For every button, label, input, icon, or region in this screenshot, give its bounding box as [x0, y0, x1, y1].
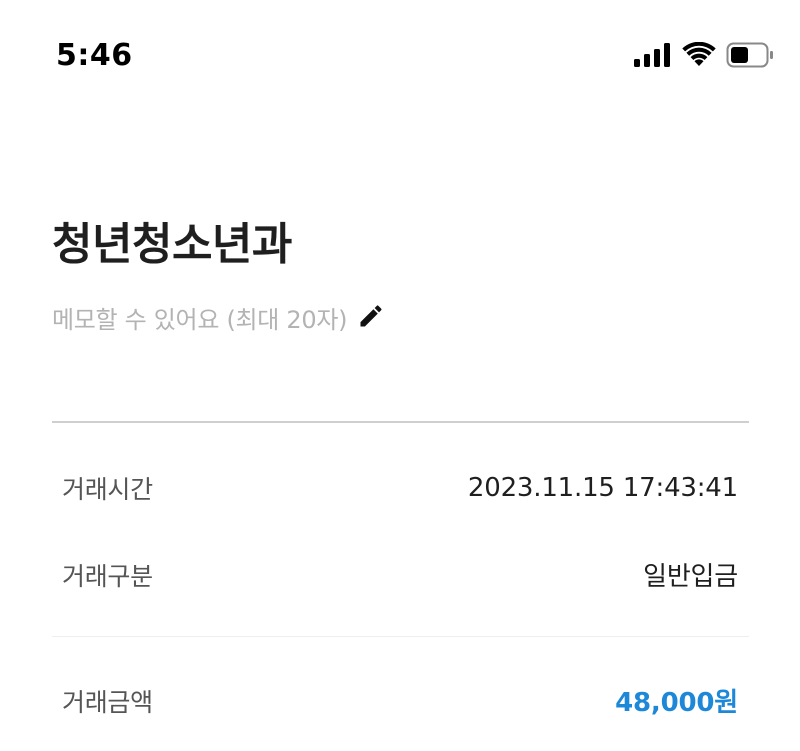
detail-value: 2023.11.15 17:43:41: [467, 473, 738, 503]
cellular-signal-icon: [634, 43, 672, 67]
pencil-icon[interactable]: [357, 302, 385, 334]
detail-row-type: 거래구분 일반입금: [52, 556, 738, 593]
page-title: 청년청소년과: [52, 219, 292, 270]
memo-placeholder[interactable]: 메모할 수 있어요 (최대 20자): [52, 300, 347, 335]
status-icons: [634, 42, 774, 68]
detail-label: 거래시간: [62, 475, 153, 504]
detail-row-amount: 거래금액 48,000원: [52, 682, 738, 719]
transaction-detail-screen: 5:46 청년청소년과 메모할 수 있어요 (최대 20자) 거래시간 2023…: [0, 0, 800, 751]
status-bar: 5:46: [0, 0, 800, 110]
memo-row[interactable]: 메모할 수 있어요 (최대 20자): [52, 300, 385, 335]
row-divider: [52, 636, 749, 637]
detail-label: 거래구분: [62, 561, 153, 591]
wifi-icon: [682, 42, 716, 68]
status-time: 5:46: [56, 38, 133, 73]
battery-icon: [726, 42, 774, 68]
section-divider: [52, 421, 749, 423]
detail-row-time: 거래시간 2023.11.15 17:43:41: [52, 470, 738, 506]
detail-value: 일반입금: [643, 562, 738, 592]
amount-value: 48,000원: [615, 688, 738, 718]
detail-label: 거래금액: [62, 687, 153, 717]
